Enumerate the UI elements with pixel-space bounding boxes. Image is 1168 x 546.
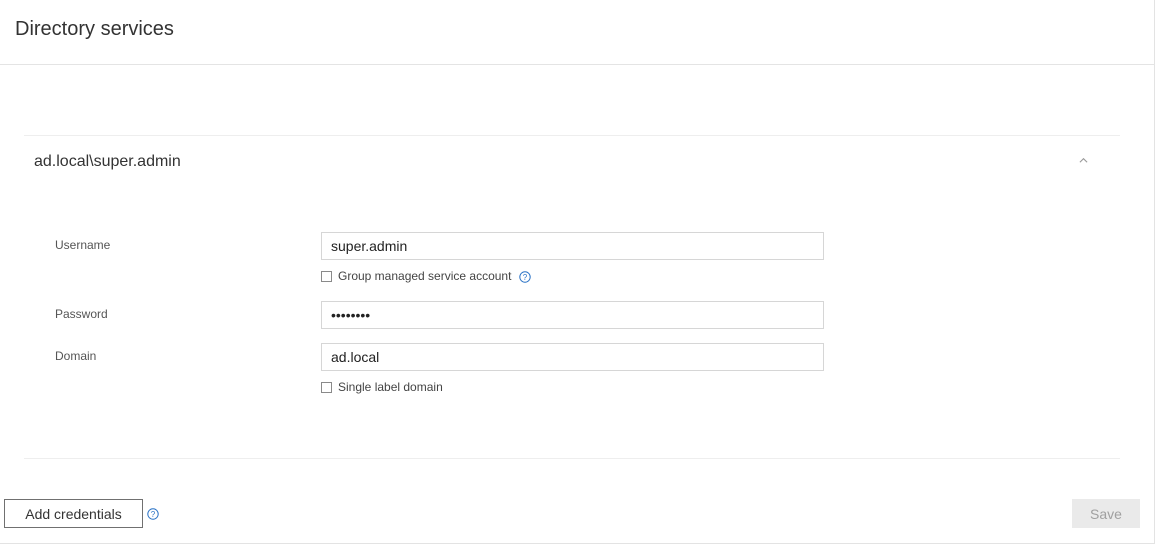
domain-label: Domain xyxy=(55,349,97,363)
gmsa-checkbox-label: Group managed service account xyxy=(338,269,512,283)
domain-input[interactable] xyxy=(321,343,824,371)
svg-text:?: ? xyxy=(523,272,528,281)
chevron-up-icon[interactable] xyxy=(1079,156,1088,165)
credential-panel-title: ad.local\super.admin xyxy=(34,153,181,170)
gmsa-help-icon[interactable]: ? xyxy=(519,270,532,283)
credential-panel-header[interactable]: ad.local\super.admin xyxy=(24,136,1120,188)
add-credentials-button[interactable]: Add credentials xyxy=(4,499,143,528)
add-credentials-help-icon[interactable]: ? xyxy=(147,508,159,520)
single-label-domain-label: Single label domain xyxy=(338,380,443,394)
password-input[interactable] xyxy=(321,301,824,329)
panel-divider-bottom xyxy=(24,458,1120,459)
single-label-row: Single label domain xyxy=(321,379,443,395)
username-input[interactable] xyxy=(321,232,824,260)
save-button[interactable]: Save xyxy=(1072,499,1140,528)
single-label-domain-checkbox[interactable] xyxy=(321,381,332,393)
gmsa-row: Group managed service account ? xyxy=(321,268,532,284)
page-title: Directory services xyxy=(15,18,174,40)
directory-services-page: Directory services ad.local\super.admin … xyxy=(0,0,1155,544)
header-divider xyxy=(0,64,1155,65)
username-label: Username xyxy=(55,238,111,252)
password-label: Password xyxy=(55,307,108,321)
svg-text:?: ? xyxy=(151,510,156,519)
gmsa-checkbox[interactable] xyxy=(321,270,332,282)
